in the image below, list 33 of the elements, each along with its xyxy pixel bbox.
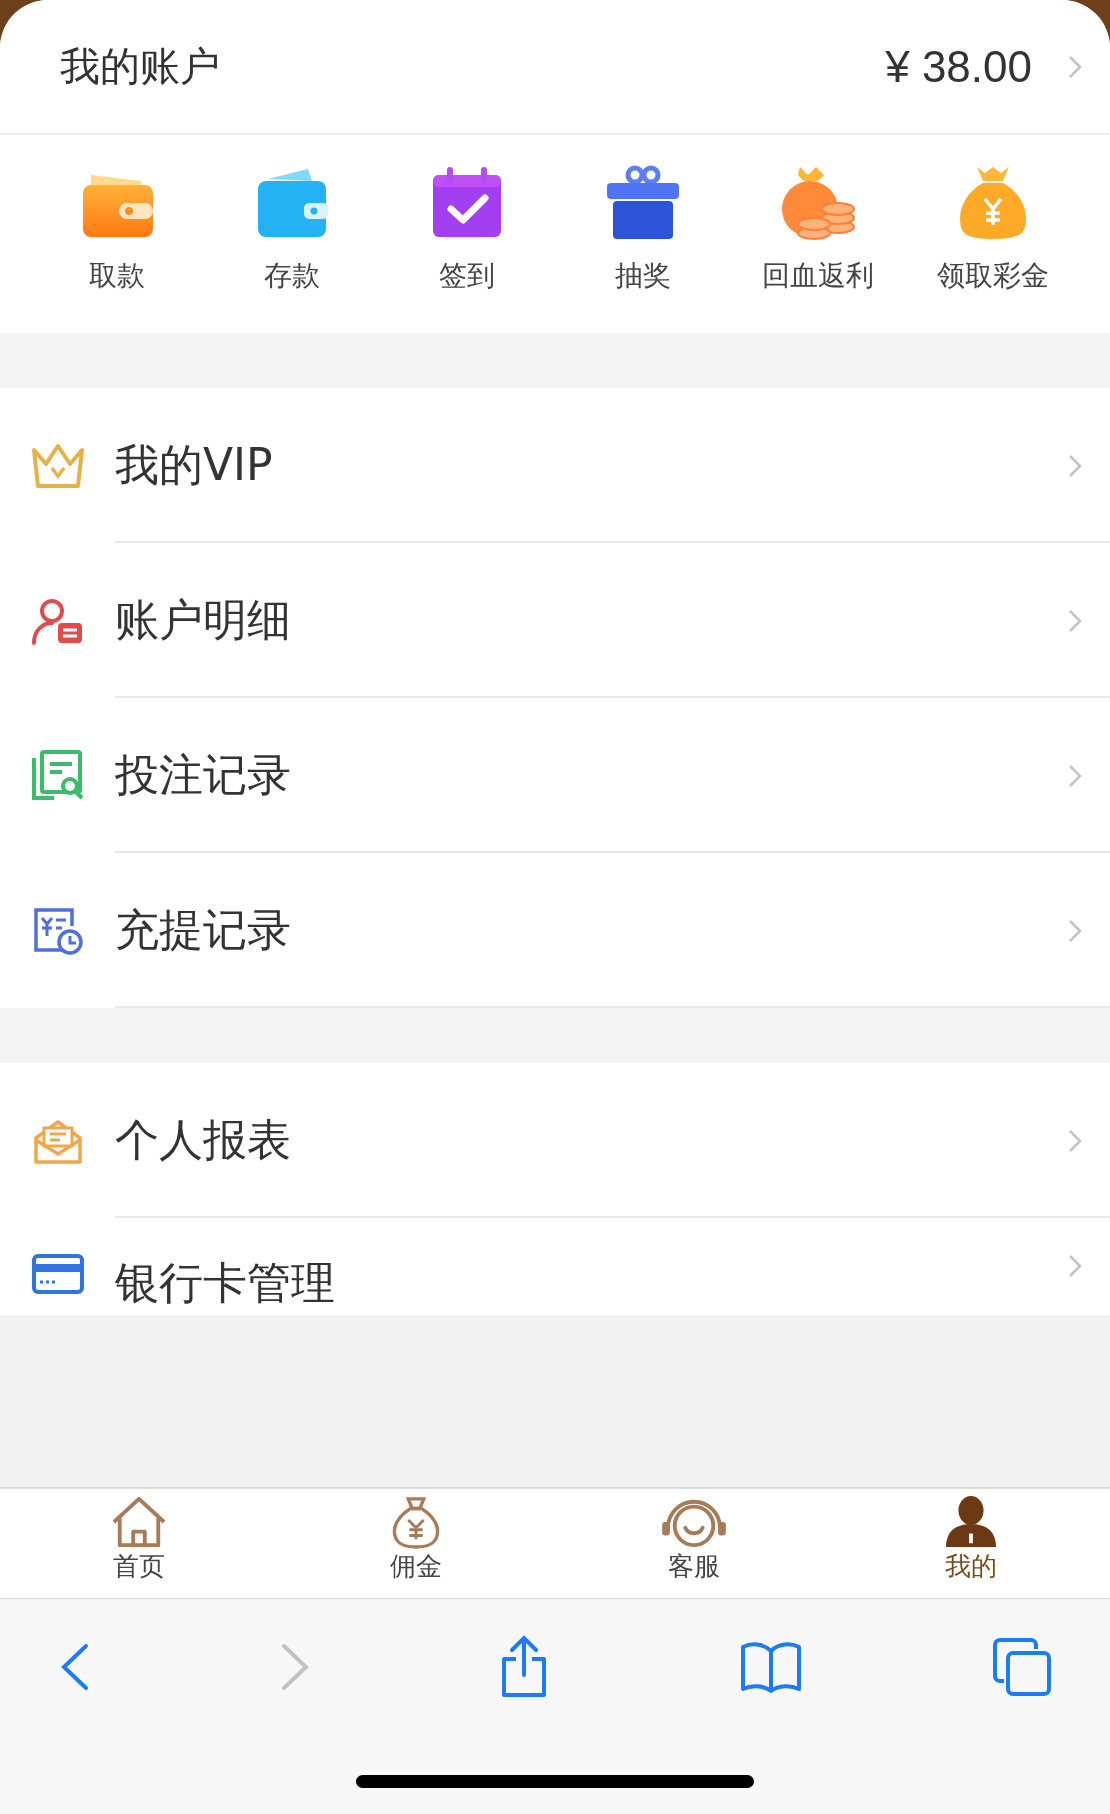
gift-icon	[604, 165, 681, 241]
envelope-icon	[31, 1117, 84, 1164]
tab[interactable]: 佣金	[277, 1489, 555, 1598]
chevron-right-icon	[1068, 54, 1082, 79]
tab[interactable]: 首页	[0, 1489, 278, 1598]
tab[interactable]: 客服	[555, 1489, 833, 1598]
account-row[interactable]: 我的账户 ¥ 38.00	[0, 0, 1110, 135]
user-icon	[944, 1495, 999, 1549]
quick-action-button[interactable]: 领取彩金	[905, 135, 1081, 333]
bank-card-icon	[31, 1254, 84, 1294]
chevron-right-icon	[1068, 608, 1082, 633]
quick-action-button[interactable]: 抽奖	[555, 135, 731, 333]
chevron-right-icon	[1068, 1128, 1082, 1153]
back-icon[interactable]	[60, 1642, 90, 1692]
crown-icon	[29, 441, 86, 490]
quick-action-button[interactable]: 签到	[379, 135, 555, 333]
quick-action-button[interactable]: 回血返利	[730, 135, 906, 333]
chevron-right-icon	[1068, 918, 1082, 943]
book-icon[interactable]	[738, 1641, 803, 1693]
document-search-icon	[29, 749, 86, 802]
chevron-right-icon	[1068, 763, 1082, 788]
chevron-right-icon	[1068, 453, 1082, 478]
quick-action-button[interactable]: 取款	[29, 135, 205, 333]
document-clock-icon	[31, 905, 84, 956]
quick-action-button[interactable]: 存款	[204, 135, 380, 333]
share-icon[interactable]	[499, 1635, 549, 1699]
chevron-right-icon	[1068, 1254, 1082, 1278]
tabs-icon[interactable]	[992, 1637, 1052, 1697]
user-document-icon	[31, 596, 84, 645]
account-balance: ¥ 38.00	[885, 41, 1032, 92]
tab[interactable]: 我的	[832, 1489, 1110, 1598]
money-bag-icon	[391, 1495, 442, 1549]
account-title: 我的账户	[60, 42, 221, 91]
